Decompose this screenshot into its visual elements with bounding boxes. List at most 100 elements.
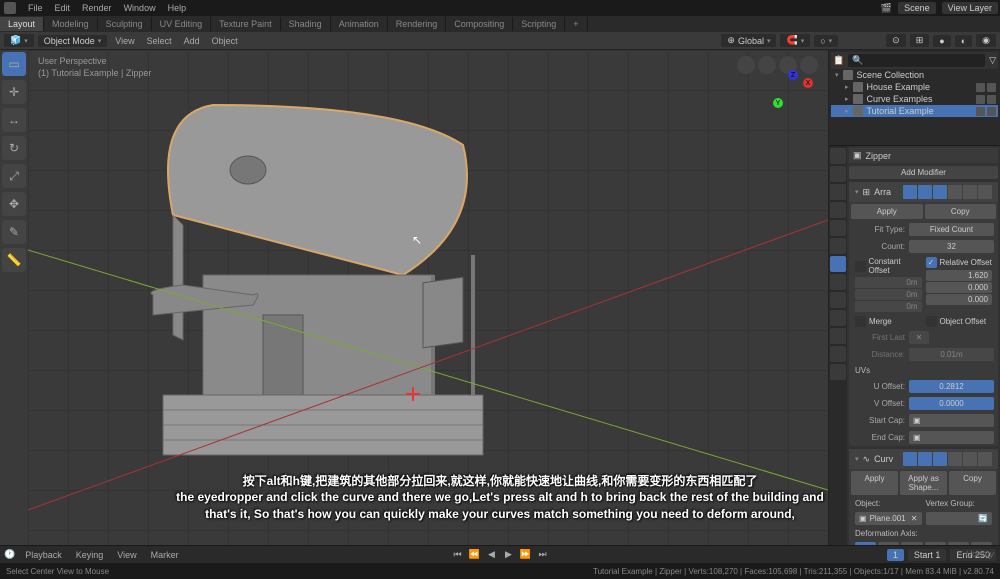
- outliner-item[interactable]: ▸ Curve Examples: [831, 93, 998, 105]
- axis-x-button[interactable]: X: [855, 542, 876, 545]
- copy-button[interactable]: Copy: [949, 471, 996, 495]
- render-toggle-icon[interactable]: [987, 95, 996, 104]
- orientation-dropdown[interactable]: ⊕ Global▾: [721, 34, 776, 47]
- prop-tab-scene[interactable]: [830, 202, 846, 218]
- shading-wireframe[interactable]: ⊞: [910, 34, 930, 47]
- prop-tab-modifier[interactable]: [830, 256, 846, 272]
- const-y[interactable]: 0m: [855, 289, 922, 300]
- outliner-type-icon[interactable]: 📋: [833, 55, 844, 66]
- tab-shading[interactable]: Shading: [281, 17, 331, 31]
- tab-scripting[interactable]: Scripting: [513, 17, 565, 31]
- timeline-playback[interactable]: Playback: [21, 550, 66, 560]
- shading-rendered[interactable]: ◉: [976, 34, 996, 47]
- rel-y[interactable]: 0.000: [926, 282, 993, 293]
- mod-move-up-icon[interactable]: [948, 185, 962, 199]
- const-z[interactable]: 0m: [855, 301, 922, 312]
- axis-z-icon[interactable]: Z: [788, 70, 798, 80]
- header-view[interactable]: View: [111, 36, 138, 46]
- tool-annotate[interactable]: ✎: [2, 220, 26, 244]
- current-frame-field[interactable]: 1: [887, 549, 904, 561]
- shading-solid[interactable]: ●: [933, 35, 950, 47]
- mod-move-down-icon[interactable]: [963, 452, 977, 466]
- menu-help[interactable]: Help: [168, 3, 187, 13]
- mod-render-icon[interactable]: [918, 452, 932, 466]
- axis-gizmo[interactable]: X Y Z: [768, 70, 818, 120]
- const-x[interactable]: 0m: [855, 277, 922, 288]
- add-modifier-button[interactable]: Add Modifier: [849, 166, 998, 179]
- tab-compositing[interactable]: Compositing: [446, 17, 513, 31]
- axis-y-button[interactable]: Y: [878, 542, 899, 545]
- outliner-filter-icon[interactable]: ▽: [989, 55, 996, 66]
- viewport-3d[interactable]: User Perspective (1) Tutorial Example | …: [28, 50, 828, 545]
- app-logo-icon[interactable]: [4, 2, 16, 14]
- start-cap-field[interactable]: ▣: [909, 414, 994, 427]
- object-offset-checkbox[interactable]: [926, 316, 937, 327]
- prop-tab-viewlayer[interactable]: [830, 184, 846, 200]
- outliner-search[interactable]: 🔍: [848, 54, 985, 67]
- menu-file[interactable]: File: [28, 3, 43, 13]
- tab-rendering[interactable]: Rendering: [388, 17, 447, 31]
- timeline-editor-icon[interactable]: 🕐: [4, 549, 15, 560]
- v-offset-value[interactable]: 0.0000: [909, 397, 994, 410]
- mod-render-icon[interactable]: [918, 185, 932, 199]
- menu-edit[interactable]: Edit: [55, 3, 71, 13]
- prop-tab-physics[interactable]: [830, 292, 846, 308]
- render-toggle-icon[interactable]: [987, 83, 996, 92]
- outliner-item[interactable]: ▸ House Example: [831, 81, 998, 93]
- tab-add[interactable]: +: [565, 17, 587, 31]
- mod-delete-icon[interactable]: [978, 452, 992, 466]
- scene-name-field[interactable]: Scene: [898, 2, 936, 14]
- outliner-item[interactable]: ▸ Tutorial Example: [831, 105, 998, 117]
- timeline-keying[interactable]: Keying: [72, 550, 108, 560]
- tab-uvediting[interactable]: UV Editing: [152, 17, 212, 31]
- axis-x-icon[interactable]: X: [803, 78, 813, 88]
- mod-editmode-icon[interactable]: [933, 185, 947, 199]
- visibility-toggle-icon[interactable]: [976, 95, 985, 104]
- tool-transform[interactable]: ✥: [2, 192, 26, 216]
- merge-checkbox[interactable]: [855, 316, 866, 327]
- mod-display-icon[interactable]: [903, 452, 917, 466]
- relative-offset-checkbox[interactable]: ✓: [926, 257, 937, 268]
- mod-move-down-icon[interactable]: [963, 185, 977, 199]
- render-toggle-icon[interactable]: [987, 107, 996, 116]
- constant-offset-checkbox[interactable]: [855, 261, 866, 272]
- menu-render[interactable]: Render: [82, 3, 112, 13]
- view-layer-field[interactable]: View Layer: [942, 2, 998, 14]
- mod-delete-icon[interactable]: [978, 185, 992, 199]
- prop-tab-texture[interactable]: [830, 364, 846, 380]
- modifier-header[interactable]: ▾∿ Curv: [849, 449, 998, 469]
- play-reverse-icon[interactable]: ◀: [485, 548, 499, 562]
- prop-tab-object[interactable]: [830, 238, 846, 254]
- copy-button[interactable]: Copy: [925, 204, 997, 219]
- prop-tab-output[interactable]: [830, 166, 846, 182]
- prop-tab-particle[interactable]: [830, 274, 846, 290]
- header-object[interactable]: Object: [208, 36, 242, 46]
- tab-sculpting[interactable]: Sculpting: [98, 17, 152, 31]
- tool-measure[interactable]: 📏: [2, 248, 26, 272]
- count-value[interactable]: 32: [909, 240, 994, 253]
- prop-tab-constraint[interactable]: [830, 310, 846, 326]
- camera-view-icon[interactable]: [737, 56, 755, 74]
- snap-dropdown[interactable]: 🧲▾: [780, 34, 810, 47]
- keyframe-prev-icon[interactable]: ⏪: [468, 548, 482, 562]
- prop-tab-material[interactable]: [830, 346, 846, 362]
- fit-type-value[interactable]: Fixed Count: [909, 223, 994, 236]
- outliner-root[interactable]: ▾ Scene Collection: [831, 69, 998, 81]
- start-frame-field[interactable]: Start 1: [908, 549, 947, 561]
- u-offset-value[interactable]: 0.2812: [909, 380, 994, 393]
- timeline-view[interactable]: View: [113, 550, 140, 560]
- tool-rotate[interactable]: ↻: [2, 136, 26, 160]
- tool-cursor[interactable]: ✛: [2, 80, 26, 104]
- visibility-toggle-icon[interactable]: [976, 107, 985, 116]
- mode-dropdown[interactable]: Object Mode▾: [38, 35, 108, 47]
- jump-start-icon[interactable]: ⏮: [451, 548, 465, 562]
- tool-select-box[interactable]: ▭: [2, 52, 26, 76]
- axis-y-icon[interactable]: Y: [773, 98, 783, 108]
- tool-scale[interactable]: ⤢: [2, 164, 26, 188]
- first-last-icon[interactable]: ✕: [909, 331, 929, 344]
- menu-window[interactable]: Window: [124, 3, 156, 13]
- axis-negy-button[interactable]: -Y: [948, 542, 969, 545]
- tab-layout[interactable]: Layout: [0, 17, 44, 31]
- proportional-dropdown[interactable]: ○▾: [814, 35, 838, 47]
- play-icon[interactable]: ▶: [502, 548, 516, 562]
